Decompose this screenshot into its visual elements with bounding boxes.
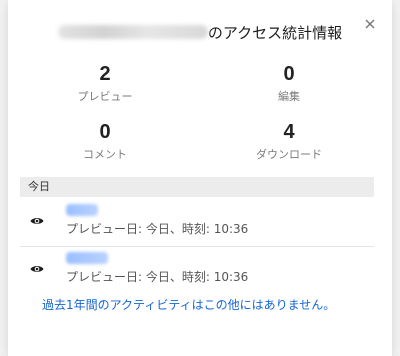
stat-comments: 0 コメント — [35, 120, 175, 162]
stat-label: プレビュー — [77, 90, 133, 103]
activity-detail: プレビュー日: 今日、時刻: 10:36 — [66, 222, 249, 236]
section-header-today: 今日 — [20, 177, 374, 197]
no-more-activity-note: 過去1年間のアクティビティはこの他にはありません。 — [42, 298, 336, 312]
redacted-user-name[interactable] — [66, 204, 98, 216]
eye-icon — [30, 218, 44, 224]
close-button[interactable] — [360, 14, 380, 34]
redacted-file-name — [57, 25, 208, 39]
stat-value: 4 — [283, 121, 295, 143]
stat-edits: 0 編集 — [219, 62, 359, 104]
access-stats-dialog: のアクセス統計情報 2 プレビュー 0 編集 0 コメント 4 ダウンロード 今… — [8, 0, 392, 356]
stat-label: 編集 — [278, 90, 300, 103]
activity-detail: プレビュー日: 今日、時刻: 10:36 — [66, 270, 249, 284]
activity-entry: プレビュー日: 今日、時刻: 10:36 — [20, 200, 374, 244]
dialog-title-text: のアクセス統計情報 — [207, 24, 343, 42]
stat-value: 0 — [283, 63, 295, 85]
dialog-title: のアクセス統計情報 — [8, 22, 392, 43]
activity-entry: プレビュー日: 今日、時刻: 10:36 — [20, 248, 374, 288]
redacted-user-name[interactable] — [66, 252, 108, 264]
stat-value: 2 — [99, 63, 111, 85]
close-icon — [365, 19, 375, 29]
stat-previews: 2 プレビュー — [35, 62, 175, 104]
entry-divider — [20, 246, 374, 247]
stat-label: ダウンロード — [256, 148, 322, 161]
stat-label: コメント — [83, 148, 127, 161]
eye-icon — [30, 266, 44, 272]
stat-downloads: 4 ダウンロード — [219, 120, 359, 162]
stat-value: 0 — [99, 121, 111, 143]
